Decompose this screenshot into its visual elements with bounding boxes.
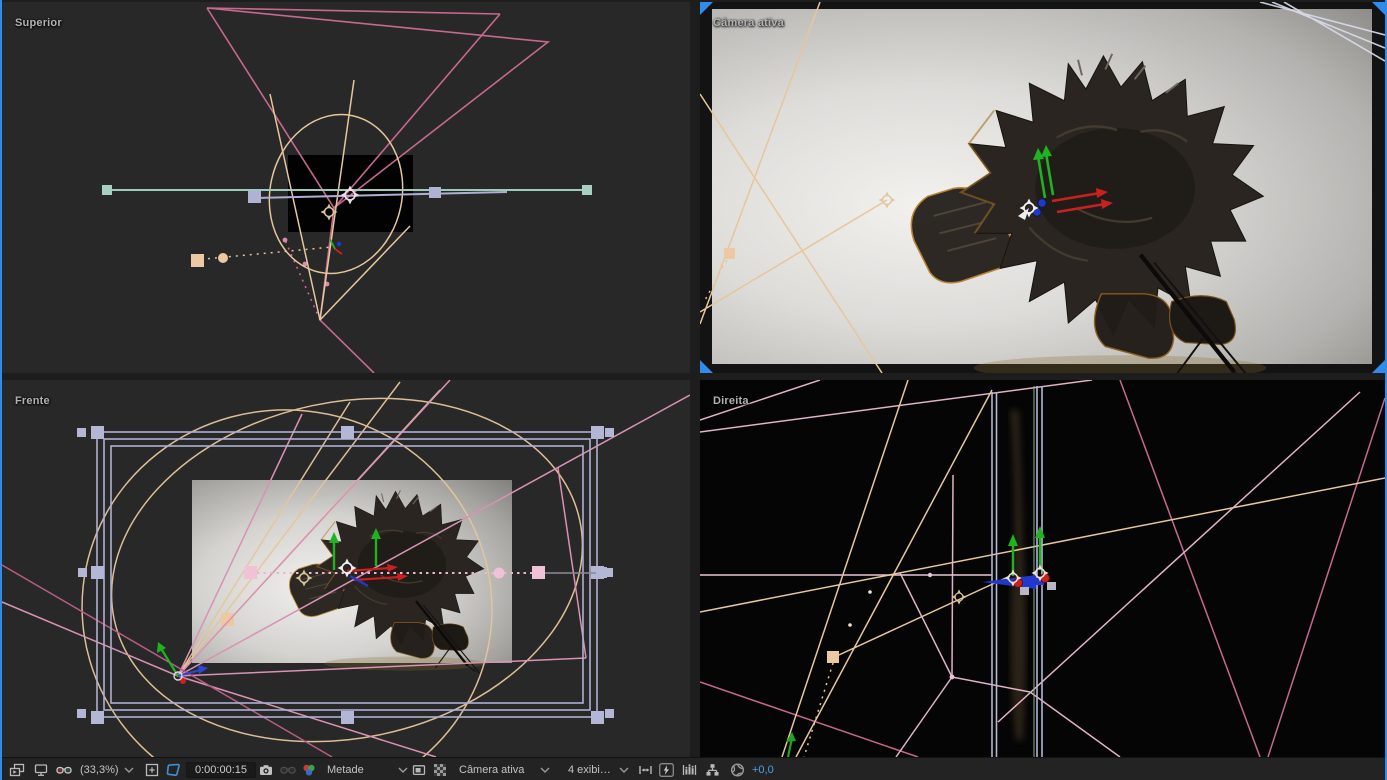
stereo-glasses-icon	[56, 766, 72, 774]
pixel-aspect-correction-icon	[639, 765, 652, 774]
chevron-down-icon	[540, 767, 550, 773]
view-layout-value: 4 exibi…	[568, 763, 611, 776]
mask-visibility-button[interactable]	[165, 758, 182, 780]
viewport-frente[interactable]: Frente	[2, 380, 690, 757]
grid-guides-button[interactable]	[144, 758, 160, 780]
primary-viewer-icon	[34, 763, 48, 776]
region-of-interest-icon	[412, 764, 426, 775]
always-preview-button[interactable]	[8, 758, 26, 780]
direita-wireframe-overlay	[700, 380, 1385, 757]
show-channel-button[interactable]	[301, 758, 317, 780]
mask-visibility-icon	[166, 763, 180, 776]
frente-wireframe-overlay	[2, 380, 690, 757]
pixel-aspect-correction-button[interactable]	[637, 758, 654, 780]
region-of-interest-button[interactable]	[411, 758, 427, 780]
flowchart-button[interactable]	[704, 758, 721, 780]
timecode-value: 0:00:00:15	[186, 761, 256, 778]
stereo-glasses-button[interactable]	[55, 758, 73, 780]
chevron-down-icon	[124, 767, 134, 773]
active-view-corner-icon	[700, 360, 713, 373]
active-view-corner-icon	[1372, 360, 1385, 373]
composition-panel: Superior Câmera ativa Frente Direita (33…	[0, 0, 1387, 780]
active-view-corner-icon	[1372, 2, 1385, 15]
resolution-value: Metade	[327, 763, 364, 776]
show-snapshot-icon	[280, 766, 296, 774]
viewport-camera-ativa[interactable]: Câmera ativa	[700, 2, 1385, 373]
exposure-offset-field[interactable]: +0,0	[752, 758, 774, 780]
timeline-icon	[682, 763, 697, 775]
primary-viewer-button[interactable]	[33, 758, 49, 780]
exposure-offset-value: +0,0	[752, 763, 774, 776]
transparency-grid-icon	[434, 763, 446, 776]
reset-exposure-button[interactable]	[729, 758, 746, 780]
reset-exposure-icon	[730, 762, 745, 777]
grid-guides-icon	[145, 763, 159, 776]
show-snapshot-button[interactable]	[279, 758, 297, 780]
panel-focus-border-left	[0, 0, 2, 780]
chevron-down-icon	[398, 767, 408, 773]
viewport-direita[interactable]: Direita	[700, 380, 1385, 757]
current-time-field[interactable]: 0:00:00:15	[186, 758, 256, 780]
viewport-superior[interactable]: Superior	[2, 2, 690, 373]
fast-previews-button[interactable]	[658, 758, 675, 780]
snapshot-icon	[260, 764, 272, 775]
chevron-down-icon	[619, 767, 629, 773]
active-view-corner-icon	[700, 2, 713, 15]
show-channel-rgb-icon	[303, 764, 315, 775]
view-layout-dropdown[interactable]: 4 exibi…	[568, 758, 629, 780]
resolution-dropdown[interactable]: Metade	[327, 758, 408, 780]
camera-ativa-overlay	[700, 2, 1385, 373]
timeline-button[interactable]	[681, 758, 698, 780]
flowchart-icon	[706, 763, 719, 776]
fast-previews-icon	[659, 762, 674, 777]
take-snapshot-button[interactable]	[258, 758, 274, 780]
always-preview-icon	[9, 763, 25, 776]
magnification-value: (33,3%)	[80, 763, 119, 776]
magnification-dropdown[interactable]: (33,3%)	[80, 758, 134, 780]
transparency-grid-button[interactable]	[432, 758, 448, 780]
superior-wireframe-overlay	[102, 7, 592, 373]
3d-view-dropdown[interactable]: Câmera ativa	[459, 758, 550, 780]
composition-toolbar: (33,3%) 0:00:00:15 Metade Câmera ativa 4…	[0, 757, 1387, 780]
3d-view-value: Câmera ativa	[459, 763, 525, 776]
